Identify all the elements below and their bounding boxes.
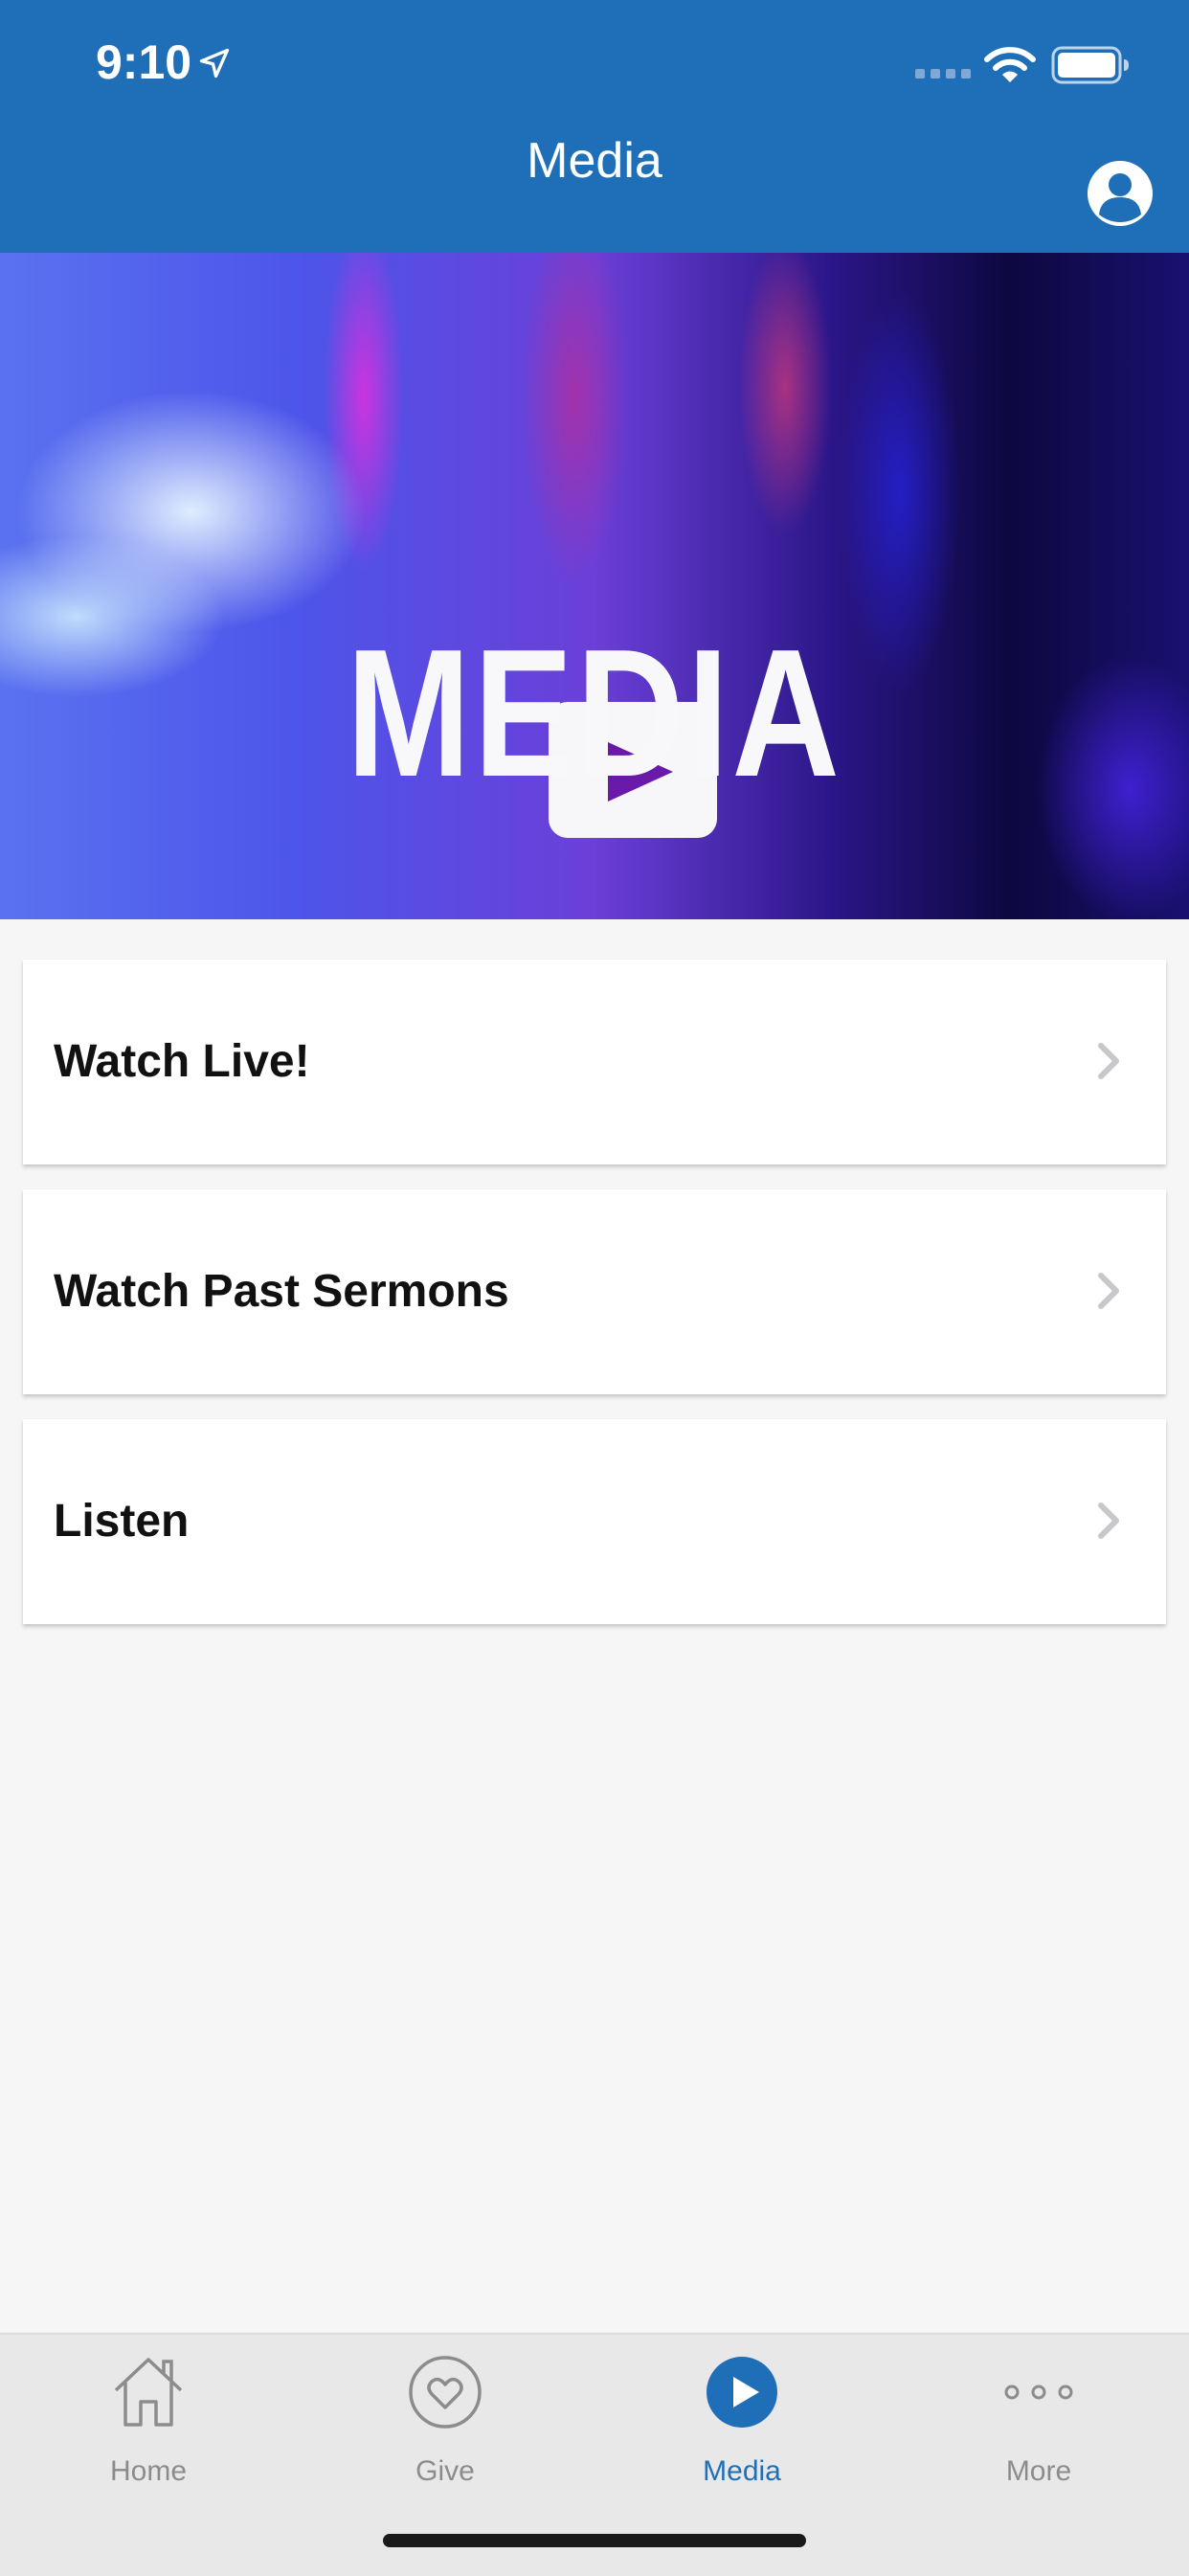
play-icon	[707, 2357, 777, 2428]
menu-item-label: Watch Past Sermons	[54, 1266, 509, 1317]
tab-label: Home	[109, 2455, 188, 2487]
menu-item-label: Watch Live!	[54, 1036, 310, 1087]
location-arrow-icon	[199, 48, 230, 79]
status-time: 9:10	[96, 35, 192, 89]
tab-label: More	[1005, 2455, 1072, 2487]
menu-item-watch-live[interactable]: Watch Live!	[23, 960, 1166, 1164]
menu-item-listen[interactable]: Listen	[23, 1419, 1166, 1624]
chevron-right-icon	[1098, 1273, 1119, 1309]
top-bar: 9:10 Media	[0, 0, 1189, 253]
tab-media[interactable]: Media	[594, 2335, 890, 2517]
tab-home[interactable]: Home	[0, 2335, 297, 2517]
tab-label: Give	[415, 2455, 475, 2487]
home-icon	[114, 2358, 183, 2427]
wifi-icon	[984, 47, 1036, 82]
more-icon	[1004, 2384, 1073, 2400]
tab-label: Media	[703, 2455, 781, 2487]
menu-item-watch-past-sermons[interactable]: Watch Past Sermons	[23, 1189, 1166, 1394]
page-title: Media	[527, 133, 662, 189]
tab-more[interactable]: More	[890, 2335, 1187, 2517]
profile-icon[interactable]	[1086, 159, 1155, 228]
hero-banner: MEDIA	[0, 253, 1189, 919]
menu-item-label: Listen	[54, 1496, 190, 1547]
chevron-right-icon	[1098, 1503, 1119, 1539]
tab-give[interactable]: Give	[297, 2335, 594, 2517]
heart-icon	[409, 2356, 482, 2429]
signal-icon	[915, 69, 971, 79]
home-indicator	[383, 2534, 806, 2547]
hero-title: MEDIA	[346, 612, 843, 815]
chevron-right-icon	[1098, 1043, 1119, 1079]
battery-icon	[1051, 46, 1129, 84]
